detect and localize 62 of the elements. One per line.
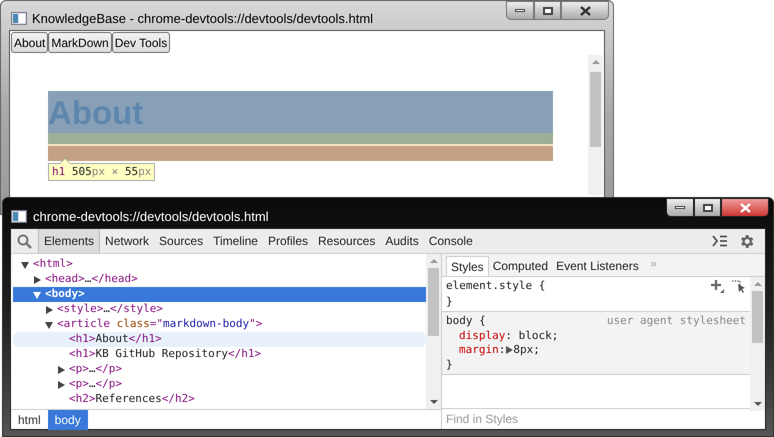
maximize-button[interactable] (694, 198, 721, 217)
triangle-right-icon[interactable] (57, 380, 65, 388)
sidebar-tab[interactable]: Styles (446, 256, 489, 276)
close-button[interactable] (561, 1, 609, 20)
rule-selector: body { (446, 313, 486, 330)
tree-row[interactable]: <h1>KB GitHub Repository</h1> (13, 347, 426, 362)
settings-icon[interactable] (738, 232, 755, 250)
triangle-right-icon[interactable] (505, 346, 514, 354)
window-title: chrome-devtools://devtools/devtools.html (33, 208, 269, 226)
panel-tab[interactable]: Audits (380, 229, 424, 253)
app-icon (11, 210, 27, 224)
rule-selector: element.style { (446, 278, 546, 294)
triangle-right-icon[interactable] (33, 276, 41, 284)
triangle-right-icon[interactable] (45, 306, 53, 314)
search-field[interactable]: Find in Styles (442, 408, 765, 429)
triangle-right-icon[interactable] (57, 366, 65, 374)
close-icon (740, 202, 750, 212)
rule-close-brace: } (446, 357, 454, 372)
drawer-icon[interactable] (712, 235, 728, 247)
style-property[interactable]: margin: 8px; (446, 343, 746, 357)
tab-button[interactable]: About (11, 32, 48, 53)
maximize-button[interactable] (534, 1, 561, 20)
triangle-down-icon[interactable] (21, 260, 29, 268)
panel-tab[interactable]: Profiles (262, 229, 313, 253)
tree-row[interactable]: <p>…</p> (13, 377, 426, 392)
panel-tab[interactable]: Resources (313, 229, 380, 253)
element-tooltip: h1 505px × 55px (48, 158, 156, 181)
tree-row[interactable]: <article class="markdown-body"> (13, 317, 426, 332)
tree-row[interactable]: <body> (13, 287, 426, 302)
style-property[interactable]: display: block; (446, 329, 746, 343)
panel-tab[interactable]: Console (424, 229, 478, 253)
close-icon (580, 6, 590, 16)
triangle-down-icon[interactable] (33, 290, 41, 298)
sidebar-tab[interactable]: Computed (488, 256, 552, 276)
tree-row[interactable]: <h2>References</h2> (13, 392, 426, 407)
minimize-button[interactable] (666, 198, 694, 217)
tab-button[interactable]: Dev Tools (112, 32, 170, 53)
close-button[interactable] (721, 198, 769, 217)
sidebar-tab[interactable]: Event Listeners (552, 256, 643, 276)
tree-row[interactable]: <style>…</style> (13, 302, 426, 317)
app-icon (11, 12, 27, 26)
panel-tab[interactable]: Network (100, 229, 154, 253)
triangle-down-icon[interactable] (45, 320, 53, 328)
panel-tab[interactable]: Sources (154, 229, 208, 253)
search-icon[interactable] (17, 234, 32, 248)
panel-tab[interactable]: Elements (38, 229, 100, 253)
scrollbar[interactable] (426, 254, 441, 409)
breadcrumb[interactable]: html (11, 410, 48, 430)
rule-source: user agent stylesheet (606, 313, 746, 330)
rule-close-brace: } (446, 294, 454, 309)
breadcrumb[interactable]: body (48, 410, 88, 430)
scrollbar[interactable] (588, 55, 603, 195)
tree-row[interactable]: <h1>About</h1> (13, 332, 426, 347)
tree-row[interactable]: <html> (13, 257, 426, 272)
window-title: KnowledgeBase - chrome-devtools://devtools/devtools.html (32, 10, 374, 28)
element-state-icon[interactable] (732, 280, 746, 293)
tree-row[interactable]: <p>…</p> (13, 362, 426, 377)
tab-button[interactable]: MarkDown (48, 32, 112, 53)
add-rule-icon[interactable] (711, 280, 724, 293)
tree-row[interactable]: <head>…</head> (13, 272, 426, 287)
minimize-button[interactable] (506, 1, 534, 20)
panel-tab[interactable]: Timeline (208, 229, 263, 253)
